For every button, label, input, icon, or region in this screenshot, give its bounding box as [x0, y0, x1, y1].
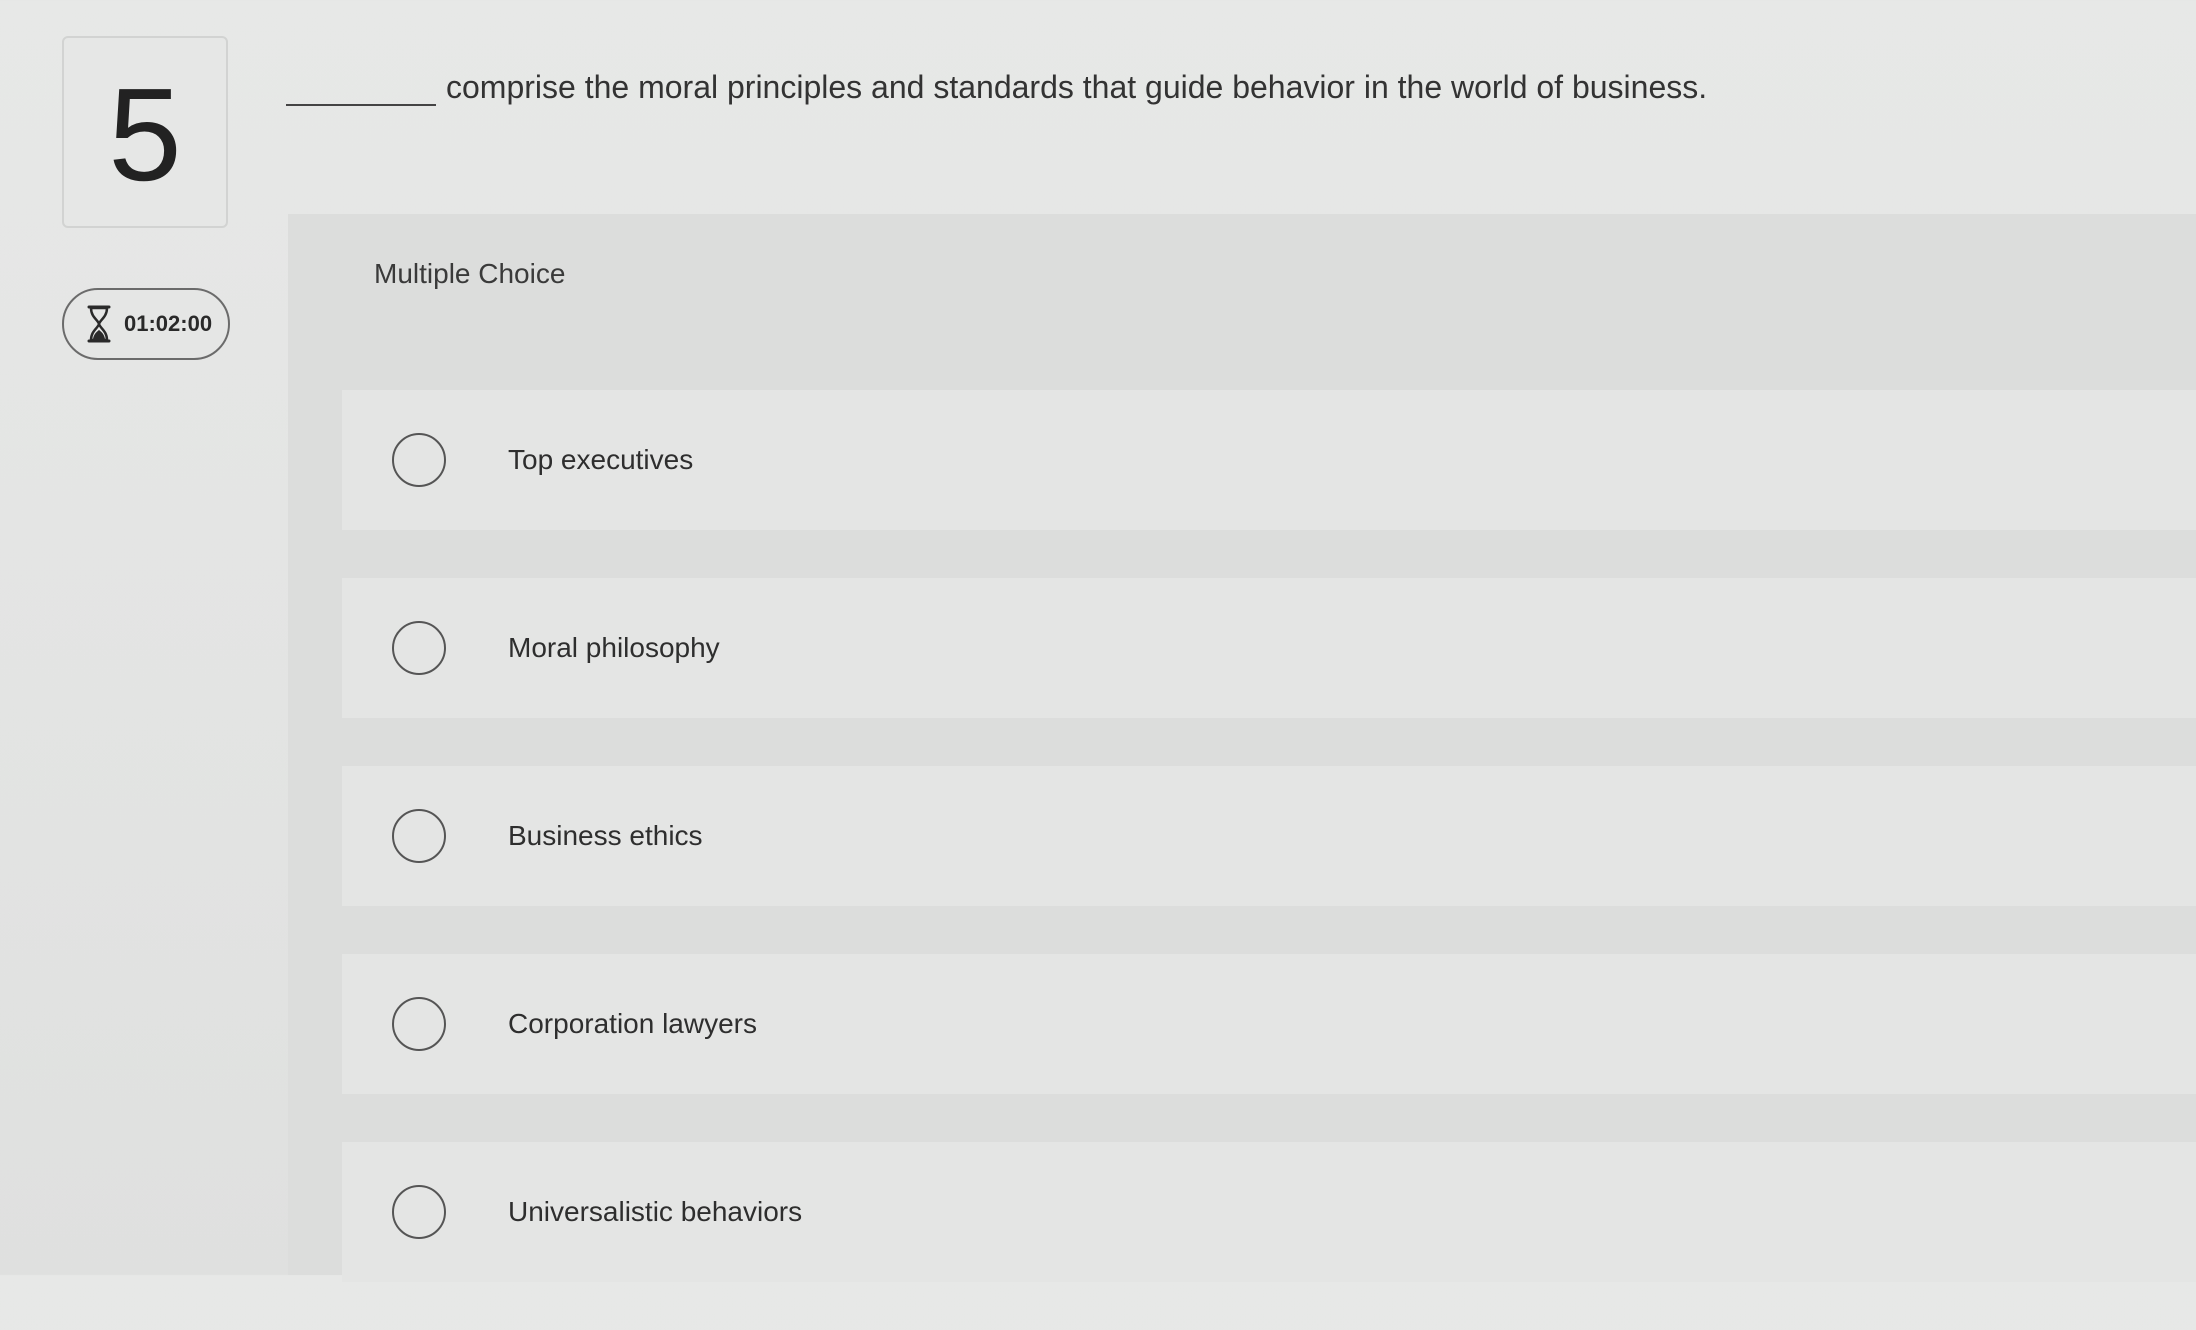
answer-option-moral-philosophy[interactable]: Moral philosophy — [342, 578, 2196, 718]
option-label: Moral philosophy — [508, 632, 720, 663]
option-label: Corporation lawyers — [508, 1008, 757, 1039]
radio-button[interactable] — [392, 1185, 446, 1239]
question-prompt: comprise the moral principles and standa… — [286, 64, 1707, 106]
question-number-box: 5 — [62, 36, 228, 228]
question-type-label: Multiple Choice — [374, 258, 566, 289]
option-label: Universalistic behaviors — [508, 1196, 803, 1227]
radio-button[interactable] — [392, 621, 446, 675]
fill-in-blank — [286, 64, 436, 106]
question-number: 5 — [108, 61, 182, 208]
option-label: Business ethics — [508, 820, 703, 851]
timer-value: 01:02:00 — [124, 311, 213, 336]
radio-button[interactable] — [392, 433, 446, 487]
question-text: comprise the moral principles and standa… — [446, 69, 1708, 105]
answer-option-corporation-lawyers[interactable]: Corporation lawyers — [342, 954, 2196, 1094]
radio-button[interactable] — [392, 809, 446, 863]
options-list: Top executives Moral philosophy Business… — [342, 390, 2196, 1330]
answer-option-business-ethics[interactable]: Business ethics — [342, 766, 2196, 906]
timer-badge[interactable]: 01:02:00 — [62, 288, 230, 360]
answer-panel: Multiple Choice Top executives Moral phi… — [288, 214, 2196, 1282]
answer-option-universalistic-behaviors[interactable]: Universalistic behaviors — [342, 1142, 2196, 1282]
radio-button[interactable] — [392, 997, 446, 1051]
answer-option-top-executives[interactable]: Top executives — [342, 390, 2196, 530]
hourglass-icon — [87, 305, 111, 343]
option-label: Top executives — [508, 444, 694, 475]
